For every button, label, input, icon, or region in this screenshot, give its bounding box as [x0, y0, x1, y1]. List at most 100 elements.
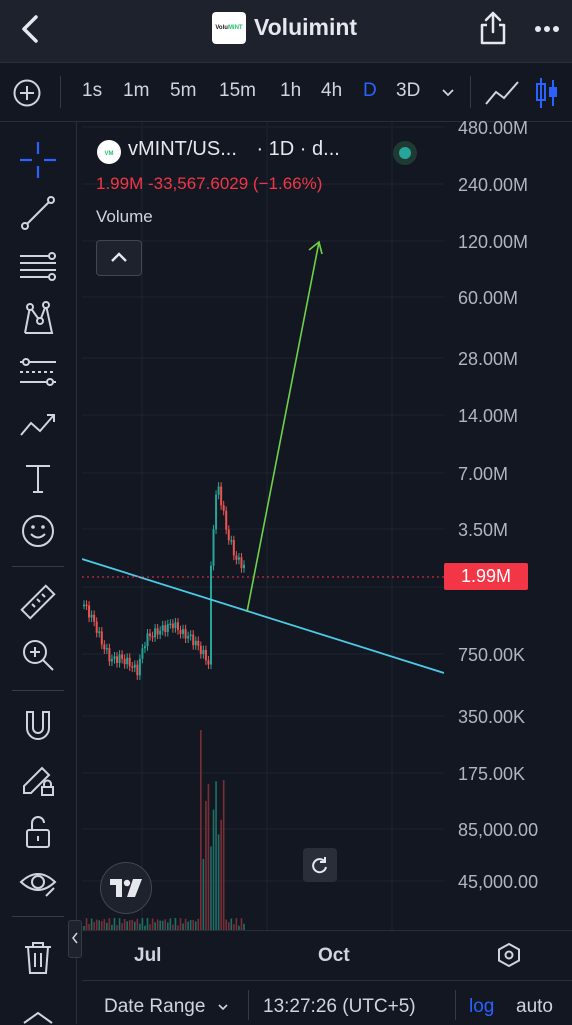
tf-1h[interactable]: 1h: [280, 80, 301, 102]
indicator-legend[interactable]: Volume: [96, 207, 153, 227]
log-scale-toggle[interactable]: log: [469, 996, 494, 1018]
reset-chart-button[interactable]: [303, 848, 337, 882]
auto-scale-toggle[interactable]: auto: [516, 996, 553, 1018]
volume-bar: [197, 918, 200, 930]
back-arrow-icon[interactable]: [14, 12, 48, 46]
candle-body: [156, 628, 159, 635]
volume-bar: [90, 918, 93, 930]
volume-bar: [222, 780, 225, 930]
settings-hexagon-icon[interactable]: [496, 942, 522, 968]
candle-body: [93, 614, 96, 622]
price-label: 14.00M: [458, 406, 519, 426]
volume-bar: [167, 922, 169, 930]
candle-body: [189, 634, 192, 637]
candle-chart-type-icon[interactable]: [534, 76, 560, 110]
lock-drawing-icon[interactable]: [18, 759, 58, 799]
candle-body: [133, 664, 136, 668]
chevron-down-icon: [218, 1004, 228, 1011]
volume-bar: [220, 819, 222, 930]
eye-icon[interactable]: [18, 862, 58, 902]
fib-lines-icon[interactable]: [18, 246, 58, 286]
candle-body: [194, 640, 197, 646]
tf-5m[interactable]: 5m: [170, 80, 196, 102]
chevron-left-icon: [72, 932, 78, 944]
volume-bar: [227, 922, 230, 930]
tf-1s[interactable]: 1s: [82, 80, 102, 102]
volume-bar: [210, 846, 212, 930]
candle-body: [232, 540, 235, 556]
more-options-icon[interactable]: [530, 14, 564, 44]
volume-bar: [207, 784, 210, 930]
app-logo: Volu MINT: [212, 12, 246, 44]
candle-body: [131, 666, 134, 668]
trash-icon[interactable]: [18, 938, 58, 978]
emoji-icon[interactable]: [18, 511, 58, 551]
collapse-toolbar-button[interactable]: [68, 920, 82, 958]
price-label: 240.00M: [458, 175, 529, 195]
candle-body: [171, 623, 174, 629]
chevron-down-icon[interactable]: [440, 84, 456, 100]
tf-3d[interactable]: 3D: [396, 80, 420, 102]
zoom-in-icon[interactable]: [18, 635, 58, 675]
text-icon[interactable]: [18, 458, 58, 498]
volume-bar: [194, 921, 197, 930]
ruler-icon[interactable]: [18, 582, 58, 622]
volume-bar: [118, 918, 121, 930]
candle-body: [199, 645, 202, 655]
line-chart-type-icon[interactable]: [484, 78, 520, 108]
volume-bar: [174, 918, 177, 930]
volume-bar: [106, 922, 108, 930]
tf-15m[interactable]: 15m: [219, 80, 256, 102]
volume-bar: [161, 920, 164, 930]
candle-body: [174, 622, 177, 629]
tf-d[interactable]: D: [363, 80, 377, 102]
time-label-jul: Jul: [134, 945, 162, 966]
date-range-button[interactable]: Date Range: [104, 996, 229, 1018]
candle-body: [240, 557, 243, 569]
candle-body: [212, 529, 215, 566]
tf-4h[interactable]: 4h: [321, 80, 342, 102]
tradingview-logo[interactable]: [100, 862, 152, 914]
volume-bar: [85, 918, 88, 930]
chevron-up-icon[interactable]: [22, 1010, 54, 1024]
candle-body: [217, 486, 220, 495]
candle-body: [151, 636, 154, 638]
crosshair-icon[interactable]: [18, 140, 58, 180]
candle-body: [192, 634, 195, 646]
candle-body: [136, 664, 139, 676]
brush-icon[interactable]: [18, 405, 58, 445]
candle-body: [110, 659, 113, 662]
legend-values: 1.99M -33,567.6029 (−1.66%): [96, 174, 322, 194]
tf-1m[interactable]: 1m: [123, 80, 149, 102]
market-status-icon[interactable]: [392, 140, 418, 166]
candle-body: [169, 623, 172, 626]
volume-bar: [189, 919, 192, 930]
divider: [60, 76, 61, 108]
clock-timezone[interactable]: 13:27:26 (UTC+5): [263, 996, 416, 1018]
trend-line-icon[interactable]: [18, 193, 58, 233]
price-label: 120.00M: [458, 232, 529, 252]
price-label: 350.00K: [458, 707, 526, 727]
candle-body: [126, 657, 129, 665]
arrow-head: [308, 240, 323, 255]
symbol-name: vMINT/US...: [128, 138, 237, 160]
pattern-icon[interactable]: [18, 299, 58, 339]
volume-bar: [164, 919, 167, 930]
legend-symbol[interactable]: vMINT/US... · 1D · d...: [96, 138, 340, 161]
candle-body: [230, 540, 233, 542]
share-icon[interactable]: [478, 10, 508, 46]
prediction-icon[interactable]: [18, 352, 58, 392]
candle-body: [149, 633, 152, 637]
volume-bar: [217, 834, 220, 930]
volume-bar: [123, 918, 126, 930]
magnet-icon[interactable]: [18, 706, 58, 746]
unlock-icon[interactable]: [18, 812, 58, 852]
add-icon[interactable]: [12, 78, 42, 108]
candle-body: [164, 625, 167, 633]
candle-body: [141, 648, 144, 659]
collapse-legend-button[interactable]: [96, 240, 142, 276]
volume-bar: [141, 918, 144, 930]
volume-bar: [126, 921, 128, 930]
candle-body: [146, 633, 149, 647]
candle-body: [197, 640, 200, 646]
